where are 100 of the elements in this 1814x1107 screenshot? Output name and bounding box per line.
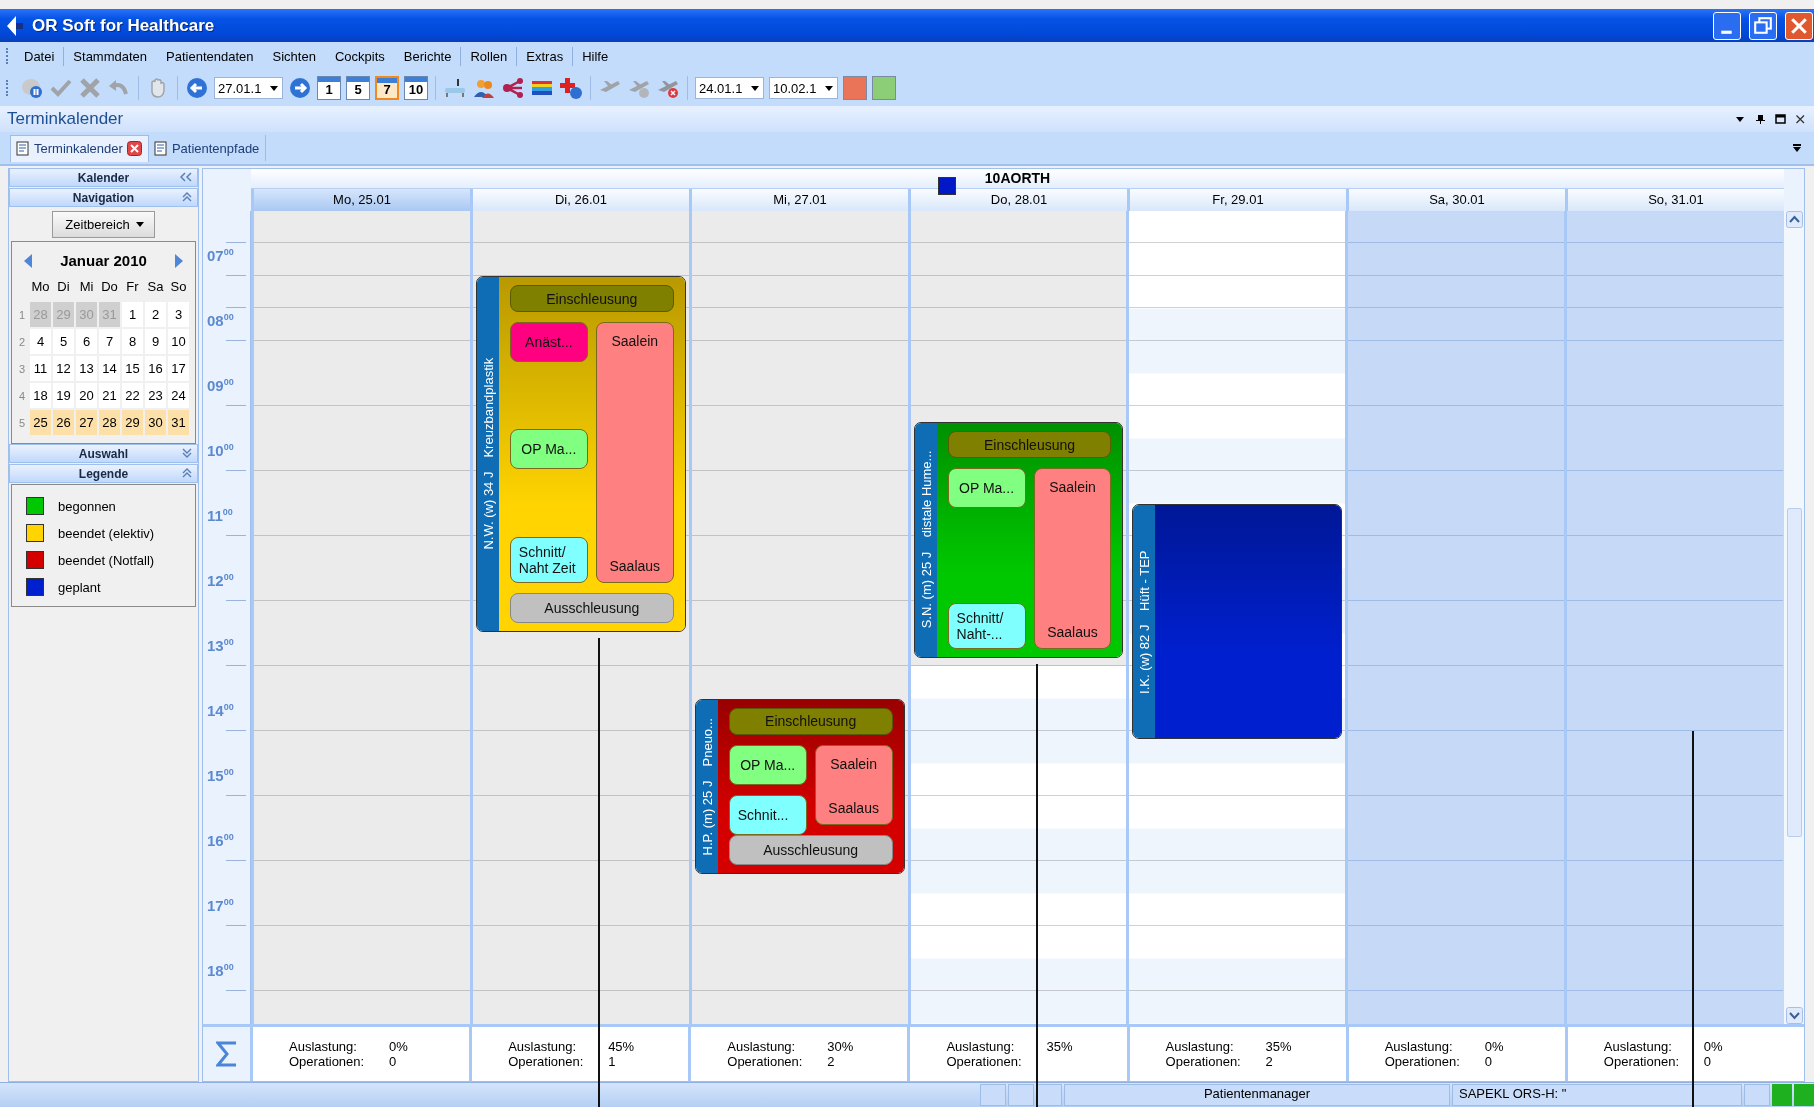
summary-label: Operationen: [508,1053,585,1069]
operation-card[interactable]: N.W. (w) 34 J Kreuzbandplastik Einschleusung Anäst... OP Ma... Schnitt/ Naht Zeit Saalein Saalaus Ausschleusung [475,276,686,632]
bed-icon[interactable] [443,76,467,100]
calendar-day[interactable]: 13 [76,356,97,381]
menu-item[interactable]: Stammdaten [64,46,158,66]
panel-header[interactable]: Kalender [9,168,198,187]
day-header[interactable]: Do, 28.01 [908,189,1127,211]
calendar-day[interactable]: 1 [122,302,143,327]
scroll-down-button[interactable] [1785,1006,1803,1024]
calendar-day[interactable]: 28 [99,410,120,435]
calendar-day[interactable]: 15 [122,356,143,381]
calendar-day[interactable]: 9 [145,329,166,354]
date-field[interactable]: 10.02.1 [769,77,838,99]
view-button[interactable]: 5 [346,76,370,100]
day-column[interactable]: I.K. (w) 82 J Hüft - TEP [1126,211,1346,1024]
pause-icon[interactable] [20,76,44,100]
tabs-menu-icon[interactable] [1792,143,1802,153]
menu-item[interactable]: Berichte [394,46,462,66]
operation-card[interactable]: S.N. (m) 25 J distale Hume... Einschleusung OP Ma... Schnitt/ Naht-... Saalein Saalaus [913,422,1124,658]
calendar-day[interactable]: 25 [30,410,51,435]
calendar-day[interactable]: 26 [53,410,74,435]
operation-card[interactable]: I.K. (w) 82 J Hüft - TEP [1132,503,1343,740]
collapse-left-icon[interactable] [180,172,192,182]
summary-value: 30% [827,1038,854,1054]
calendar-day[interactable]: 7 [99,329,120,354]
menu-item[interactable]: Hilfe [573,46,619,66]
calendar-day[interactable]: 23 [145,383,166,408]
dropdown-button[interactable]: Zeitbereich [52,211,155,238]
day-header[interactable]: Mo, 25.01 [251,189,470,211]
share-icon[interactable] [501,76,525,100]
day-header[interactable]: Fr, 29.01 [1127,189,1346,211]
forward-icon[interactable] [288,76,312,100]
day-header[interactable]: So, 31.01 [1565,189,1784,211]
menu-item[interactable]: Datei [15,46,65,66]
color-button[interactable] [843,76,867,100]
expand-icon[interactable] [182,448,192,458]
day-column[interactable]: H.P. (m) 25 J Pneuo... Einschleusung OP Ma... Schnit... Saalein Saalaus Ausschleusung [688,211,908,1024]
calendar-day[interactable]: 24 [168,383,189,408]
pin-icon[interactable] [1755,113,1766,125]
menu-item[interactable]: Patientendaten [157,46,264,66]
calendar-day[interactable]: 5 [53,329,74,354]
time-label: 09$^{00}$ [207,376,234,394]
view-button[interactable]: 1 [317,76,341,100]
tab[interactable]: Terminkalender [10,134,149,162]
back-icon[interactable] [185,76,209,100]
tab[interactable]: Patientenpfade [148,135,267,161]
maximize-button[interactable] [1749,11,1777,40]
scrollbar-thumb[interactable] [1786,508,1802,838]
calendar-day[interactable]: 30 [145,410,166,435]
calendar-day[interactable]: 18 [30,383,51,408]
day-header[interactable]: Sa, 30.01 [1346,189,1565,211]
menu-item[interactable]: Extras [517,46,574,66]
calendar-day[interactable]: 22 [122,383,143,408]
calendar-day[interactable]: 10 [168,329,189,354]
calendar-day[interactable]: 16 [145,356,166,381]
calendar-day[interactable]: 11 [30,356,51,381]
panel-header[interactable]: Navigation [9,188,198,207]
calendar-day[interactable]: 3 [168,302,189,327]
day-column[interactable]: N.W. (w) 34 J Kreuzbandplastik Einschleusung Anäst... OP Ma... Schnitt/ Naht Zeit Saalein Saalaus Ausschleusung [469,211,689,1024]
view-button[interactable]: 7 [375,76,399,100]
calendar-day[interactable]: 19 [53,383,74,408]
next-month-button[interactable] [174,253,183,268]
maximize-icon[interactable] [1775,113,1786,125]
sum-icon[interactable] [215,1040,238,1067]
day-header[interactable]: Di, 26.01 [470,189,689,211]
scroll-up-button[interactable] [1785,211,1803,228]
collapse-icon[interactable] [182,468,192,478]
calendar-day[interactable]: 2 [145,302,166,327]
date-field[interactable]: 27.01.1 [214,77,283,99]
calendar-day[interactable]: 21 [99,383,120,408]
panel-header[interactable]: Auswahl [9,444,198,463]
day-column[interactable]: S.N. (m) 25 J distale Hume... Einschleusung OP Ma... Schnitt/ Naht-... Saalein Saalaus [907,211,1127,1024]
color-button[interactable] [872,76,896,100]
calendar-day[interactable]: 12 [53,356,74,381]
tab-close-button[interactable] [126,141,142,156]
menu-item[interactable]: Sichten [263,46,326,66]
calendar-day[interactable]: 4 [30,329,51,354]
calendar-day[interactable]: 20 [76,383,97,408]
day-header[interactable]: Mi, 27.01 [689,189,908,211]
calendar-day[interactable]: 29 [122,410,143,435]
menu-item[interactable]: Cockpits [325,46,395,66]
tab-label[interactable]: Patientenpfade [171,140,260,156]
panel-header[interactable]: Legende [9,464,198,483]
close-button[interactable] [1785,11,1813,40]
operation-card[interactable]: H.P. (m) 25 J Pneuo... Einschleusung OP Ma... Schnit... Saalein Saalaus Ausschleusung [694,698,905,874]
close-icon[interactable] [1795,113,1806,125]
menu-item[interactable]: Rollen [461,46,518,66]
calendar-day[interactable]: 8 [122,329,143,354]
calendar-day[interactable]: 6 [76,329,97,354]
tab-label[interactable]: Terminkalender [34,141,123,156]
collapse-icon[interactable] [182,192,192,202]
calendar-day[interactable]: 31 [168,410,189,435]
minimize-button[interactable] [1713,11,1741,40]
calendar-day[interactable]: 14 [99,356,120,381]
view-button[interactable]: 10 [404,76,428,100]
medical-cross-icon[interactable] [559,76,583,100]
calendar-day[interactable]: 27 [76,410,97,435]
previous-month-button[interactable] [24,253,33,268]
calendar-day[interactable]: 17 [168,356,189,381]
date-field[interactable]: 24.01.1 [695,77,764,99]
